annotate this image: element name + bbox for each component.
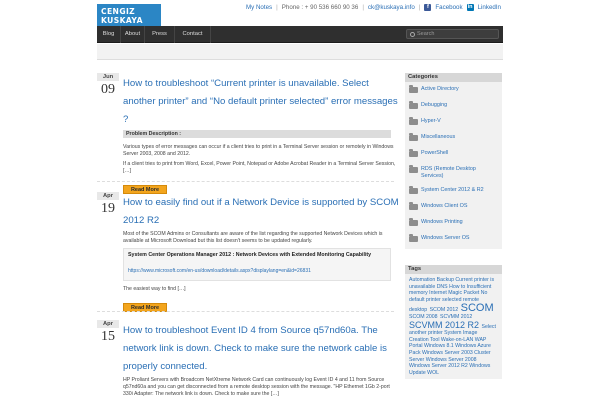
category-item[interactable]: RDS (Remote Desktop Services) xyxy=(409,165,498,187)
post-date: Jun 09 xyxy=(97,73,119,99)
my-notes-link[interactable]: My Notes xyxy=(246,4,272,11)
category-label: Hyper-V xyxy=(421,118,441,124)
folder-icon xyxy=(409,149,418,157)
category-item[interactable]: Windows Server OS xyxy=(409,234,498,245)
categories-widget: Categories Active Directory Debugging Hy… xyxy=(405,73,502,249)
separator: | xyxy=(418,4,421,11)
post-excerpt: HP Proliant Servers with Broadcom NetXtr… xyxy=(123,377,399,398)
post-excerpt: Most of the SCOM Admins or Consultants a… xyxy=(123,231,399,245)
category-label: Windows Printing xyxy=(421,219,463,225)
folder-icon xyxy=(409,165,418,173)
post-excerpt: Various types of error messages can occu… xyxy=(123,144,399,175)
post-paragraph: If a client tries to print from Word, Ex… xyxy=(123,161,396,174)
category-label: Debugging xyxy=(421,102,448,108)
logo-line-2: KUSKAYA xyxy=(101,16,143,25)
tag-link[interactable]: Select another printer System Image Crea… xyxy=(409,324,496,376)
post-paragraph: HP Proliant Servers with Broadcom NetXtr… xyxy=(123,377,390,397)
quote-title: System Center Operations Manager 2012 : … xyxy=(128,252,372,258)
post-date-month: Jun xyxy=(97,73,119,81)
folder-icon xyxy=(409,202,418,210)
category-item[interactable]: Hyper-V xyxy=(409,117,498,134)
tags-title: Tags xyxy=(405,265,502,274)
folder-icon xyxy=(409,234,418,242)
folder-icon xyxy=(409,101,418,109)
separator: | xyxy=(276,4,278,11)
post-date-day: 09 xyxy=(101,82,115,97)
nav-item-about[interactable]: About xyxy=(121,26,145,43)
nav-item-contact[interactable]: Contact xyxy=(175,26,211,43)
tag-cloud: Automation Backup Current printer is una… xyxy=(405,274,502,380)
category-label: RDS (Remote Desktop Services) xyxy=(421,166,476,179)
facebook-icon[interactable]: f xyxy=(424,4,432,11)
logo-line-1: CENGIZ xyxy=(101,7,136,16)
categories-title: Categories xyxy=(405,73,502,82)
post-excerpt-tail: The easiest way to find […] xyxy=(123,286,399,293)
download-link[interactable]: https://www.microsoft.com/en-us/download… xyxy=(128,268,311,274)
folder-icon xyxy=(409,85,418,93)
post-date-month: Apr xyxy=(97,192,119,200)
category-item[interactable]: PowerShell xyxy=(409,149,498,166)
category-item[interactable]: Windows Client OS xyxy=(409,202,498,219)
search-box xyxy=(406,29,499,39)
post-divider xyxy=(97,181,394,182)
folder-icon xyxy=(409,186,418,194)
category-label: Windows Server OS xyxy=(421,235,470,241)
sub-header-bar xyxy=(97,44,503,60)
post-title-link[interactable]: How to troubleshoot Event ID 4 from Sour… xyxy=(123,325,387,372)
folder-icon xyxy=(409,218,418,226)
linkedin-link[interactable]: LinkedIn xyxy=(478,4,501,11)
post-paragraph: The easiest way to find […] xyxy=(123,285,186,292)
folder-icon xyxy=(409,117,418,125)
category-item[interactable]: Windows Printing xyxy=(409,218,498,235)
category-list: Active Directory Debugging Hyper-V Misce… xyxy=(405,82,502,249)
phone-text: Phone : + 90 536 660 90 36 xyxy=(281,4,359,11)
search-icon xyxy=(410,31,415,37)
post-title-link[interactable]: How to troubleshoot “Current printer is … xyxy=(123,78,398,125)
post-divider xyxy=(97,311,394,312)
tag-link[interactable]: SCVMM 2012 R2 xyxy=(409,320,479,330)
category-label: Active Directory xyxy=(421,86,459,92)
category-item[interactable]: Active Directory xyxy=(409,85,498,102)
category-label: Windows Client OS xyxy=(421,203,468,209)
tags-widget: Tags Automation Backup Current printer i… xyxy=(405,265,502,380)
nav-item-press[interactable]: Press xyxy=(145,26,175,43)
category-label: Miscellaneous xyxy=(421,134,456,140)
nav-item-blog[interactable]: Blog xyxy=(97,26,121,43)
post-date: Apr 19 xyxy=(97,192,119,218)
top-contact-bar: My Notes | Phone : + 90 536 660 90 36 | … xyxy=(246,4,501,11)
facebook-link[interactable]: Facebook xyxy=(435,4,462,11)
linkedin-icon[interactable]: in xyxy=(466,4,474,11)
tag-link[interactable]: SCOM xyxy=(461,302,494,314)
search-input[interactable] xyxy=(417,31,497,37)
category-label: PowerShell xyxy=(421,150,449,156)
post-paragraph: Most of the SCOM Admins or Consultants a… xyxy=(123,231,383,244)
post-date-day: 15 xyxy=(101,329,115,344)
folder-icon xyxy=(409,133,418,141)
post-title-link[interactable]: How to easily find out if a Network Devi… xyxy=(123,197,399,226)
category-label: System Center 2012 & R2 xyxy=(421,187,484,193)
email-link[interactable]: ck@kuskaya.info xyxy=(368,4,415,11)
post-date: Apr 15 xyxy=(97,320,119,346)
tag-link[interactable]: SCOM 2012 xyxy=(430,307,459,313)
separator: | xyxy=(362,4,364,11)
post-paragraph: Various types of error messages can occu… xyxy=(123,144,394,157)
problem-description-label: Problem Description : xyxy=(123,130,391,138)
site-logo[interactable]: CENGIZ KUSKAYA xyxy=(97,4,161,28)
post-date-month: Apr xyxy=(97,320,119,328)
post-date-day: 19 xyxy=(101,201,115,216)
category-item[interactable]: Debugging xyxy=(409,101,498,118)
blockquote: System Center Operations Manager 2012 : … xyxy=(123,248,391,281)
category-item[interactable]: Miscellaneous xyxy=(409,133,498,150)
main-navbar: Blog About Press Contact xyxy=(97,26,503,43)
category-item[interactable]: System Center 2012 & R2 xyxy=(409,186,498,203)
